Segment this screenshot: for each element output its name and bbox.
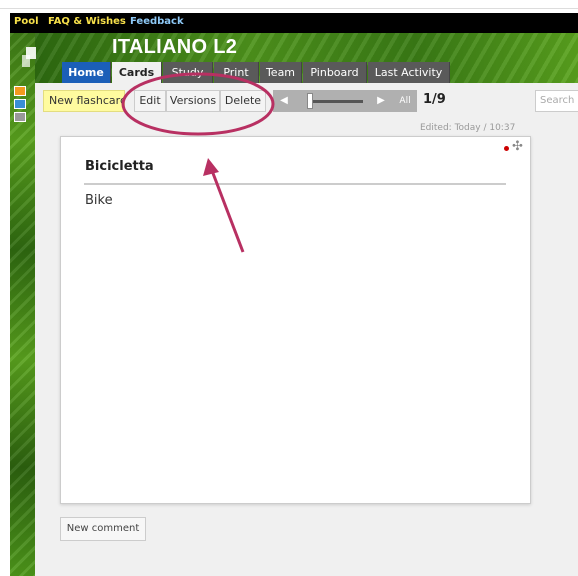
tab-pinboard[interactable]: Pinboard bbox=[303, 62, 367, 83]
pool-link[interactable]: Pool bbox=[14, 16, 39, 27]
new-comment-button[interactable]: New comment bbox=[60, 517, 146, 541]
faq-link[interactable]: FAQ & Wishes bbox=[48, 16, 126, 27]
all-cards-button[interactable]: All bbox=[394, 90, 416, 112]
export-icon[interactable] bbox=[14, 99, 26, 109]
tab-study[interactable]: Study bbox=[163, 62, 213, 83]
unsaved-dot-icon bbox=[504, 146, 509, 151]
print-icon[interactable] bbox=[14, 112, 26, 122]
deck-title: ITALIANO L2 bbox=[112, 36, 238, 58]
card-counter: 1/9 bbox=[423, 92, 446, 107]
tab-last-activity[interactable]: Last Activity bbox=[368, 62, 450, 83]
feedback-link[interactable]: Feedback bbox=[130, 16, 184, 27]
tab-team[interactable]: Team bbox=[260, 62, 302, 83]
slider-thumb[interactable] bbox=[307, 93, 313, 109]
tab-home[interactable]: Home bbox=[62, 62, 111, 83]
top-rule bbox=[0, 0, 578, 9]
rss-icon[interactable] bbox=[14, 86, 26, 96]
top-nav-bar: Pool FAQ & Wishes Feedback bbox=[10, 13, 578, 33]
tab-cards[interactable]: Cards bbox=[112, 62, 162, 83]
slider-track bbox=[313, 100, 363, 103]
tab-print[interactable]: Print bbox=[214, 62, 259, 83]
card-front-text: Bicicletta bbox=[85, 159, 154, 174]
move-handle-icon[interactable]: ✣ bbox=[512, 139, 523, 154]
app-logo[interactable] bbox=[22, 47, 38, 69]
flashcard: Bicicletta Bike ✣ bbox=[60, 136, 531, 504]
card-back-text: Bike bbox=[85, 193, 113, 208]
side-icons bbox=[14, 86, 28, 125]
previous-card-icon[interactable]: ◀ bbox=[273, 90, 295, 112]
new-flashcard-button[interactable]: New flashcard bbox=[43, 90, 125, 112]
card-navigator: ◀ ▶ All bbox=[273, 90, 417, 112]
edit-button[interactable]: Edit bbox=[134, 90, 166, 112]
next-card-icon[interactable]: ▶ bbox=[370, 90, 392, 112]
search-input[interactable]: Search bbox=[535, 90, 578, 112]
edited-timestamp: Edited: Today / 10:37 bbox=[420, 123, 516, 133]
versions-button[interactable]: Versions bbox=[166, 90, 220, 112]
card-divider bbox=[84, 183, 506, 185]
delete-button[interactable]: Delete bbox=[220, 90, 266, 112]
app-window: Pool FAQ & Wishes Feedback ITALIANO L2 H… bbox=[0, 0, 578, 576]
